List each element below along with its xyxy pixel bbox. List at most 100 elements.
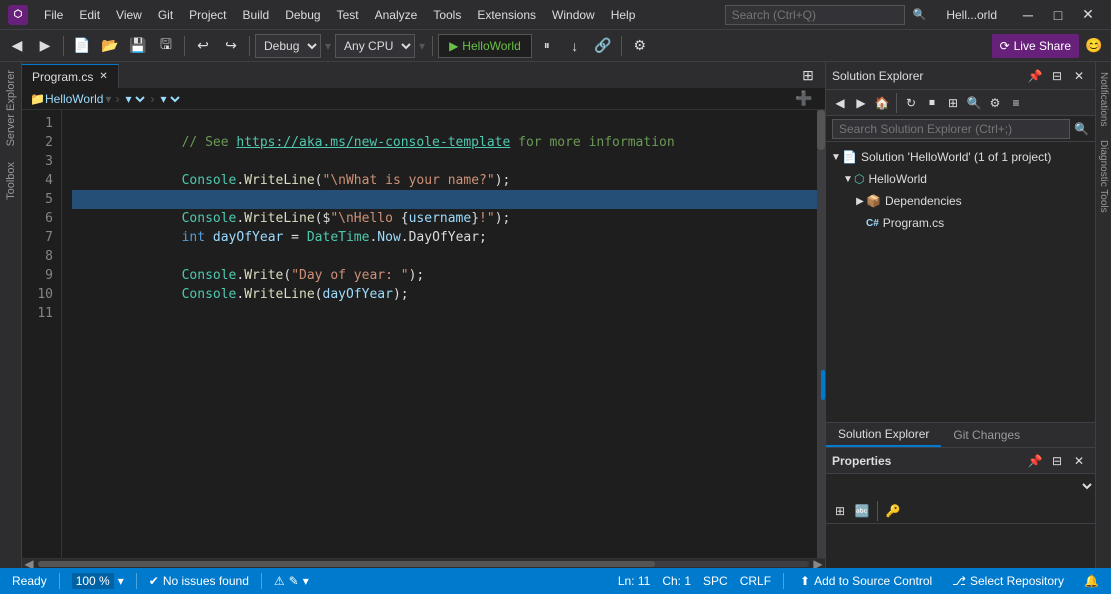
tab-solution-explorer[interactable]: Solution Explorer [826,423,941,447]
menu-file[interactable]: File [36,4,71,26]
menu-debug[interactable]: Debug [277,4,328,26]
se-properties-button[interactable]: ≡ [1006,93,1026,113]
open-button[interactable]: 📂 [97,33,123,59]
server-explorer-tab[interactable]: Server Explorer [3,62,19,154]
se-stop-button[interactable]: ⏹ [922,93,942,113]
code-editor[interactable]: // See https://aka.ms/new-console-templa… [62,110,817,558]
add-line-button[interactable]: ➕ [791,86,817,112]
position-label: Ln: 11 [618,574,650,588]
forward-button[interactable]: ▶ [32,33,58,59]
tab-program-cs[interactable]: Program.cs ✕ [22,64,119,88]
menu-git[interactable]: Git [150,4,181,26]
scroll-left-button[interactable]: ◀ [22,559,36,569]
se-refresh-button[interactable]: ↻ [901,93,921,113]
debug-config-dropdown[interactable]: Debug [255,34,321,58]
split-editor-button[interactable]: ⊞ [795,62,821,88]
prop-close-button[interactable]: ✕ [1069,451,1089,471]
search-icon: 🔍 [913,8,927,21]
new-file-button[interactable]: 📄 [69,33,95,59]
issues-button[interactable]: ✔ No issues found [145,568,253,594]
liveshare-button[interactable]: ⟳ Live Share [992,34,1079,58]
se-filter-button[interactable]: ⊞ [943,93,963,113]
expand-icon-dep: ▶ [854,196,866,207]
prop-dock-button[interactable]: ⊟ [1047,451,1067,471]
diagnostic-tools-tab[interactable]: Diagnostic Tools [1097,134,1110,219]
se-home-button[interactable]: 🏠 [872,93,892,113]
bell-icon: 🔔 [1084,574,1099,588]
zoom-button[interactable]: 100 % ▾ [68,568,128,594]
menu-test[interactable]: Test [329,4,367,26]
prop-pages-button[interactable]: 🔑 [883,501,903,521]
se-settings-button[interactable]: ⚙ [985,93,1005,113]
status-sep-2 [136,573,137,589]
prop-alphabetical-button[interactable]: 🔤 [852,501,872,521]
se-forward-button[interactable]: ▶ [851,93,871,113]
menu-extensions[interactable]: Extensions [469,4,544,26]
attach-button[interactable]: 🔗 [590,33,616,59]
save-all-button[interactable]: 🖫 [153,33,179,59]
prop-header-actions: 📌 ⊟ ✕ [1025,451,1089,471]
properties-panel: Properties 📌 ⊟ ✕ ⊞ 🔤 🔑 [826,448,1095,568]
left-sidebar: Server Explorer Toolbox [0,62,22,568]
tree-item-helloworld[interactable]: ▼ ⬡ HelloWorld [826,168,1095,190]
tree-item-solution[interactable]: ▼ 📄 Solution 'HelloWorld' (1 of 1 projec… [826,146,1095,168]
menu-build[interactable]: Build [235,4,278,26]
breadcrumb-dropdown-1[interactable]: ▾ [121,91,148,107]
menu-analyze[interactable]: Analyze [367,4,426,26]
step-button[interactable]: ↓ [562,33,588,59]
prop-object-dropdown[interactable] [826,474,1095,498]
error-list-button[interactable]: ⚠ ✎ ▾ [270,568,313,594]
code-line-9: Console.WriteLine(dayOfYear); [72,266,817,285]
se-search-button[interactable]: 🔍 [964,93,984,113]
save-button[interactable]: 💾 [125,33,151,59]
maximize-button[interactable]: □ [1043,0,1073,30]
vertical-scrollbar[interactable] [817,110,825,558]
se-back-button[interactable]: ◀ [830,93,850,113]
scroll-right-button[interactable]: ▶ [811,559,825,569]
minimize-button[interactable]: ─ [1013,0,1043,30]
se-dock-button[interactable]: ⊟ [1047,66,1067,86]
csharp-file-icon: C# [866,218,879,229]
prop-pin-button[interactable]: 📌 [1025,451,1045,471]
menu-project[interactable]: Project [181,4,234,26]
se-close-button[interactable]: ✕ [1069,66,1089,86]
notifications-tab[interactable]: Notifications [1097,66,1110,132]
horizontal-scrollbar-thumb[interactable] [38,561,655,567]
properties-header: Properties 📌 ⊟ ✕ [826,448,1095,474]
tab-close-icon[interactable]: ✕ [99,71,107,82]
liveshare-label: Live Share [1014,39,1071,53]
tree-item-dependencies[interactable]: ▶ 📦 Dependencies [826,190,1095,212]
select-repository-button[interactable]: ⎇ Select Repository [948,568,1068,594]
status-ready[interactable]: Ready [8,568,51,594]
se-sep-1 [896,93,897,113]
breadcrumb-dropdown-2[interactable]: ▾ [156,91,183,107]
tab-git-changes[interactable]: Git Changes [941,423,1032,447]
menu-window[interactable]: Window [544,4,603,26]
issues-count: No issues found [163,574,249,588]
tree-item-programcs[interactable]: C# Program.cs [826,212,1095,234]
menu-view[interactable]: View [108,4,150,26]
se-pin-button[interactable]: 📌 [1025,66,1045,86]
solution-search-input[interactable] [832,119,1070,139]
notifications-button[interactable]: 🔔 [1080,568,1103,594]
run-button[interactable]: ▶ HelloWorld [438,34,532,58]
horizontal-scrollbar-track[interactable] [38,561,809,567]
expand-icon-hw: ▼ [842,174,854,185]
title-search-input[interactable] [725,5,905,25]
prop-categorized-button[interactable]: ⊞ [830,501,850,521]
undo-button[interactable]: ↩ [190,33,216,59]
helloworld-label: HelloWorld [868,172,926,186]
back-button[interactable]: ◀ [4,33,30,59]
redo-button[interactable]: ↪ [218,33,244,59]
prop-content [826,524,1095,568]
toolbox-tab[interactable]: Toolbox [3,154,19,208]
menu-tools[interactable]: Tools [425,4,469,26]
menu-edit[interactable]: Edit [71,4,108,26]
menu-help[interactable]: Help [603,4,644,26]
close-button[interactable]: ✕ [1073,0,1103,30]
feedback-button[interactable]: 😊 [1081,33,1107,59]
more-tools[interactable]: ⚙ [627,33,653,59]
cpu-dropdown[interactable]: Any CPU [335,34,415,58]
pause-button[interactable]: ⏸ [534,33,560,59]
add-source-control-button[interactable]: ⬆ Add to Source Control [796,568,936,594]
